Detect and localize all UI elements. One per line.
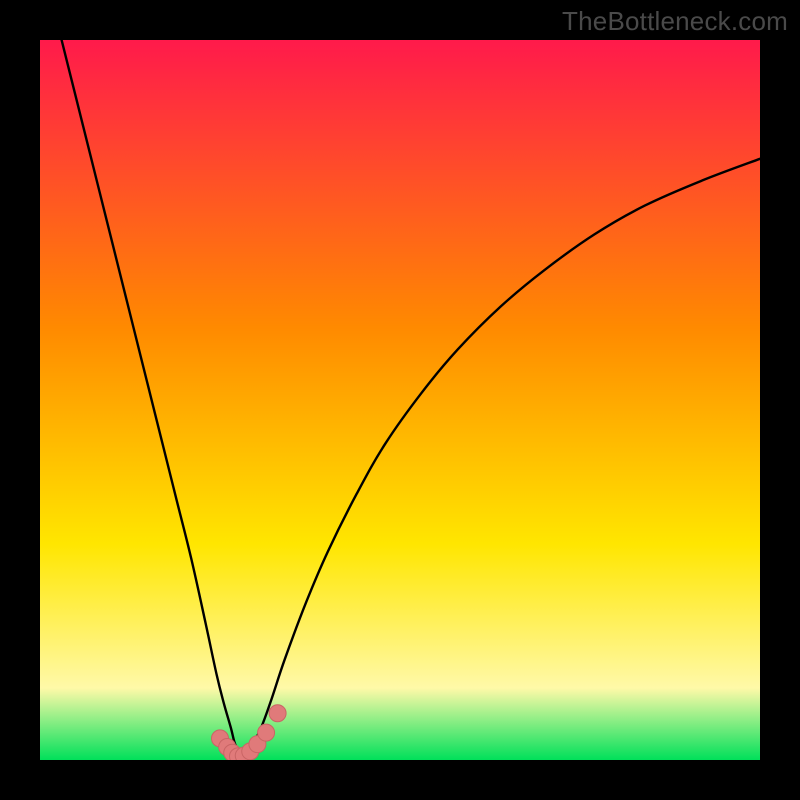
plot-area (40, 40, 760, 760)
marker-point (269, 705, 286, 722)
chart-svg (40, 40, 760, 760)
gradient-background (40, 40, 760, 760)
outer-frame: TheBottleneck.com (0, 0, 800, 800)
watermark-text: TheBottleneck.com (562, 6, 788, 37)
marker-point (258, 724, 275, 741)
